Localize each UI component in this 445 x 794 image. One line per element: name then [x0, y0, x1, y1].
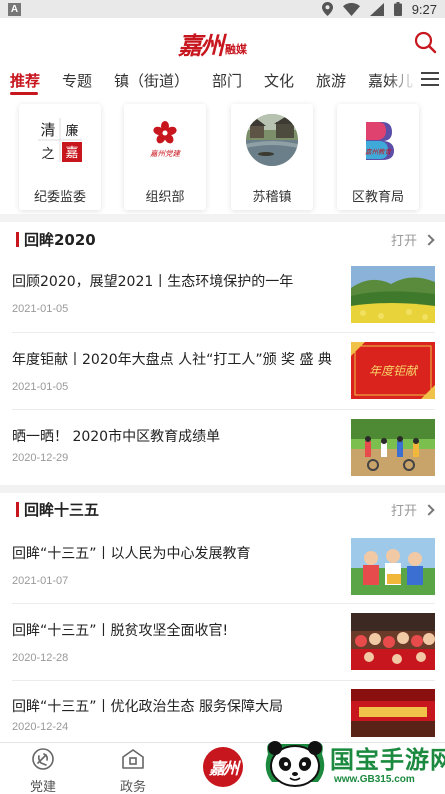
- wifi-icon: [342, 2, 360, 16]
- logo-text: 嘉州党建: [150, 149, 181, 158]
- tab-culture[interactable]: 文化: [264, 70, 294, 91]
- tab-fade: [387, 64, 417, 98]
- logo-char-2: 廉: [65, 123, 78, 139]
- nav-label: 政务: [119, 780, 146, 794]
- article-title: 年度钜献丨2020年大盘点 人社“打工人”颁 奖 盛 典: [12, 352, 332, 368]
- logo-char-3: 之: [41, 147, 54, 162]
- logo-text: 嘉州: [178, 31, 224, 60]
- notification-icon: A: [8, 2, 21, 16]
- landscape-thumbnail: [351, 266, 435, 323]
- article-date: 2020-12-28: [12, 652, 69, 664]
- open-section-button[interactable]: 打开: [390, 500, 435, 519]
- search-icon[interactable]: [413, 30, 437, 54]
- suji-town-photo: [246, 114, 298, 166]
- nav-party-building[interactable]: 党建: [13, 743, 73, 794]
- center-logo-text: 嘉州: [208, 759, 239, 778]
- status-bar: A 9:27: [0, 0, 445, 18]
- app-logo: 嘉州 融媒: [178, 26, 247, 61]
- article-date: 2021-01-05: [12, 303, 69, 315]
- shortcut-label: 组织部: [145, 190, 185, 205]
- app-header: 嘉州 融媒: [0, 18, 445, 64]
- open-label: 打开: [390, 504, 417, 519]
- open-label: 打开: [390, 234, 417, 249]
- shortcut-grid: 清 廉 之 嘉 纪委监委 嘉州党建 组织部 苏稽镇 嘉州教育 区教育局: [0, 100, 445, 214]
- article-title: 晒一晒！ 2020市中区教育成绩单: [12, 429, 221, 445]
- award-thumbnail: 年度钜献: [351, 342, 435, 399]
- tab-topics[interactable]: 专题: [62, 70, 92, 91]
- logo-char-1: 清: [40, 121, 55, 139]
- article-title: 回顾2020，展望2021丨生态环境保护的一年: [12, 274, 294, 290]
- education-logo-icon: 嘉州教育: [352, 114, 404, 166]
- party-emblem-icon: [32, 748, 54, 770]
- school-thumbnail: [351, 419, 435, 476]
- tab-departments[interactable]: 部门: [212, 70, 242, 91]
- nav-label: 党建: [29, 780, 56, 794]
- active-tab-indicator: [10, 92, 38, 95]
- chevron-right-icon: [423, 504, 435, 516]
- panda-icon: [265, 741, 325, 787]
- section-title: 回眸2020: [24, 231, 96, 249]
- article-date: 2021-01-05: [12, 381, 69, 393]
- section-marker: [16, 232, 19, 247]
- section-title: 回眸十三五: [24, 501, 100, 519]
- children-thumbnail: [351, 538, 435, 595]
- shortcut-label: 区教育局: [351, 190, 404, 205]
- shortcut-label: 纪委监委: [33, 190, 86, 205]
- article-date: 2021-01-07: [12, 575, 69, 587]
- tab-recommend[interactable]: 推荐: [10, 70, 40, 91]
- tab-travel[interactable]: 旅游: [316, 70, 346, 91]
- watermark-url: www.GB315.com: [334, 774, 415, 785]
- jiazhou-logo-icon[interactable]: 嘉州: [203, 747, 243, 787]
- article-separator: [12, 332, 435, 333]
- crowd-thumbnail: [351, 613, 435, 670]
- government-icon: [122, 749, 144, 769]
- status-icons: 9:27: [321, 1, 437, 17]
- article-title: 回眸“十三五”丨优化政治生态 服务保障大局: [12, 699, 283, 715]
- shortcut-suji-town[interactable]: 苏稽镇: [231, 104, 313, 210]
- article-item[interactable]: 回顾2020，展望2021丨生态环境保护的一年 2021-01-05: [0, 264, 445, 342]
- chevron-right-icon: [423, 234, 435, 246]
- menu-icon[interactable]: [421, 72, 439, 88]
- section-header-2020: 回眸2020 打开: [0, 222, 445, 256]
- shortcut-education-bureau[interactable]: 嘉州教育 区教育局: [337, 104, 419, 210]
- shortcut-discipline[interactable]: 清 廉 之 嘉 纪委监委: [19, 104, 101, 210]
- logo-text: 嘉州教育: [365, 148, 393, 156]
- signal-icon: [369, 2, 384, 16]
- tab-towns[interactable]: 镇（街道）: [114, 70, 189, 91]
- watermark-overlay: 国宝手游网 www.GB315.com: [258, 728, 445, 794]
- article-title: 回眸“十三五”丨以人民为中心发展教育: [12, 546, 251, 562]
- party-building-logo-icon: 嘉州党建: [139, 114, 191, 166]
- article-separator: [12, 603, 435, 604]
- article-date: 2020-12-29: [12, 452, 69, 464]
- location-icon: [321, 2, 333, 16]
- shortcut-label: 苏稽镇: [252, 190, 292, 205]
- article-date: 2020-12-24: [12, 721, 69, 733]
- section-divider: [0, 214, 445, 222]
- battery-icon: [393, 2, 402, 16]
- watermark-text: 国宝手游网: [330, 746, 445, 774]
- nav-government-affairs[interactable]: 政务: [103, 743, 163, 794]
- thumb-text: 年度钜献: [369, 364, 419, 378]
- category-tabs: 推荐 专题 镇（街道） 部门 文化 旅游 嘉妹儿: [0, 64, 445, 98]
- article-title: 回眸“十三五”丨脱贫攻坚全面收官!: [12, 623, 229, 639]
- open-section-button[interactable]: 打开: [390, 230, 435, 249]
- logo-subtext: 融媒: [225, 43, 247, 56]
- section-marker: [16, 502, 19, 517]
- logo-char-4: 嘉: [65, 146, 78, 161]
- clock: 9:27: [411, 1, 437, 17]
- discipline-logo-icon: 清 廉 之 嘉: [36, 116, 84, 164]
- section-header-13th-five-year: 回眸十三五 打开: [0, 492, 445, 526]
- article-separator: [12, 680, 435, 681]
- shortcut-organization[interactable]: 嘉州党建 组织部: [124, 104, 206, 210]
- article-separator: [12, 409, 435, 410]
